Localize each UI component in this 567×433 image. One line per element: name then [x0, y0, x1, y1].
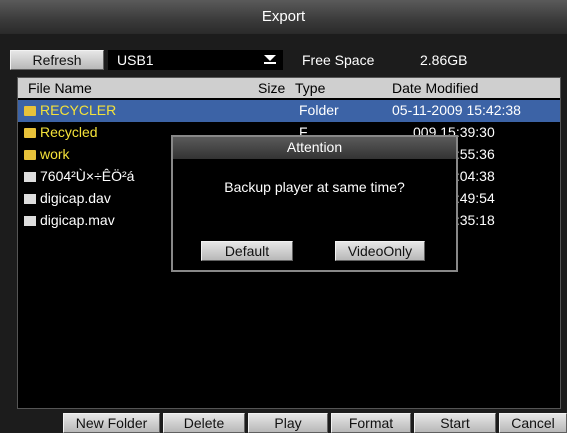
- dialog-message: Backup player at same time?: [224, 179, 405, 195]
- new-folder-button[interactable]: New Folder: [63, 413, 160, 433]
- refresh-button[interactable]: Refresh: [10, 50, 104, 70]
- bottom-toolbar: New Folder Delete Play Format Start Canc…: [0, 412, 567, 433]
- column-header-type[interactable]: Type: [295, 80, 325, 96]
- file-icon: [24, 216, 36, 226]
- dialog-title: Attention: [173, 137, 456, 159]
- delete-button[interactable]: Delete: [163, 413, 245, 433]
- column-header-file-name[interactable]: File Name: [28, 80, 92, 96]
- free-space-label: Free Space: [302, 52, 375, 68]
- file-icon: [24, 194, 36, 204]
- file-name: work: [40, 146, 70, 162]
- file-name: RECYCLER: [40, 102, 117, 118]
- folder-icon: [24, 128, 36, 138]
- file-icon: [24, 172, 36, 182]
- video-only-button[interactable]: VideoOnly: [335, 241, 425, 261]
- cancel-button[interactable]: Cancel: [499, 413, 567, 433]
- start-button[interactable]: Start: [414, 413, 496, 433]
- device-select-value: USB1: [117, 52, 154, 68]
- default-button[interactable]: Default: [201, 241, 293, 261]
- file-list-header: File Name Size Type Date Modified: [18, 78, 560, 98]
- window-title: Export: [0, 0, 567, 34]
- file-type: Folder: [299, 102, 339, 118]
- folder-icon: [24, 150, 36, 160]
- file-date: 05-11-2009 15:42:38: [392, 102, 521, 118]
- table-row[interactable]: RECYCLER Folder 05-11-2009 15:42:38: [18, 100, 560, 122]
- file-name: digicap.dav: [40, 190, 111, 206]
- play-button[interactable]: Play: [248, 413, 328, 433]
- column-header-date-modified[interactable]: Date Modified: [392, 80, 478, 96]
- file-name: 7604²Ù×÷ÊÖ²á: [40, 168, 135, 184]
- free-space-value: 2.86GB: [420, 52, 468, 68]
- device-select[interactable]: USB1: [108, 50, 283, 70]
- file-name: Recycled: [40, 124, 98, 140]
- attention-dialog: Attention Backup player at same time? De…: [171, 135, 458, 272]
- column-header-size[interactable]: Size: [258, 80, 285, 96]
- chevron-down-icon: [264, 55, 276, 64]
- file-name: digicap.mav: [40, 212, 115, 228]
- format-button[interactable]: Format: [331, 413, 411, 433]
- folder-icon: [24, 106, 36, 116]
